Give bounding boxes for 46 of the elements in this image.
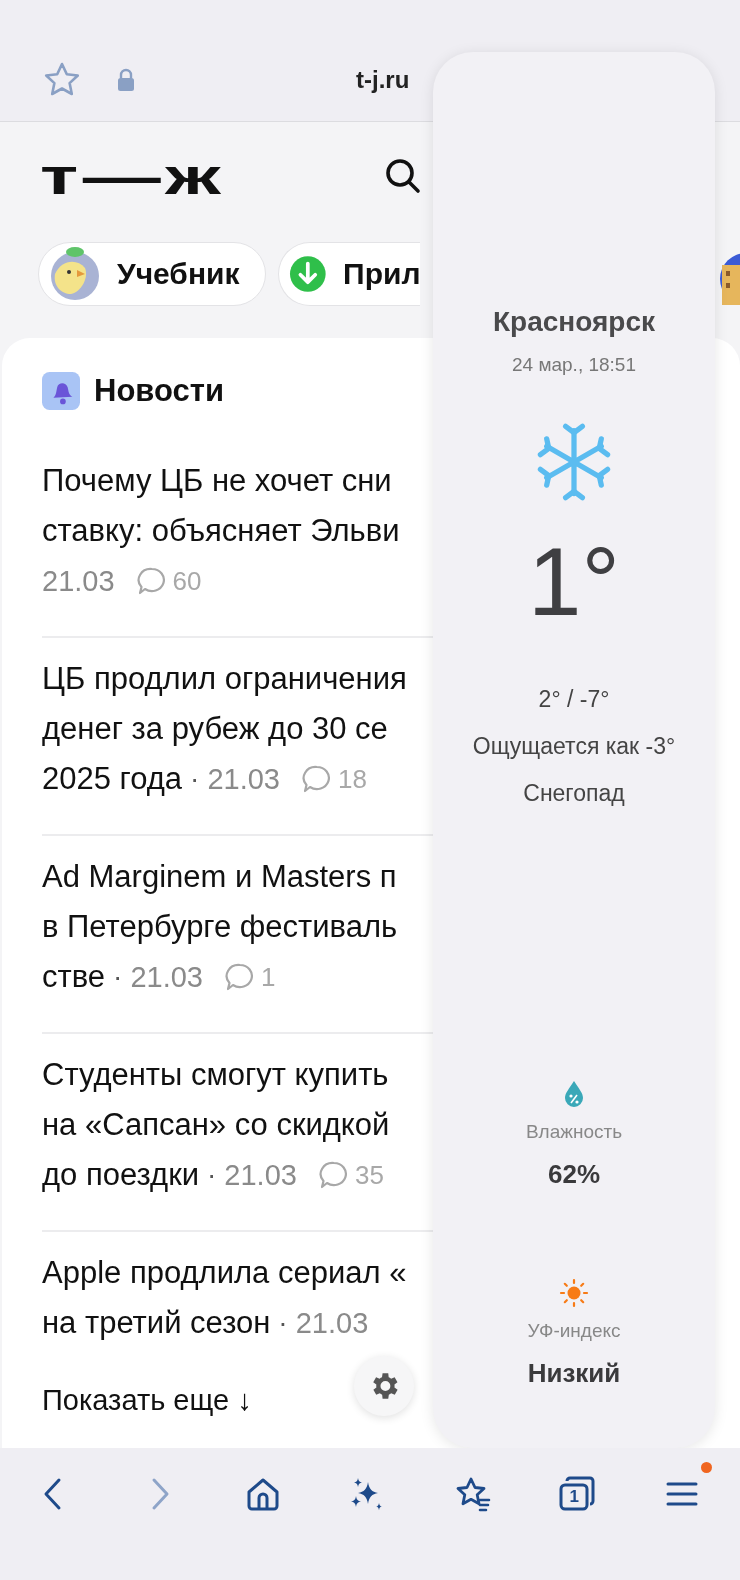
news-date: 21.03 bbox=[224, 1158, 297, 1192]
separator-dot: · bbox=[207, 1159, 217, 1191]
separator-dot: · bbox=[190, 763, 200, 795]
headline-link[interactable]: на «Сапсан» со скидкой bbox=[42, 1100, 390, 1150]
news-date: 21.03 bbox=[130, 960, 203, 994]
city-name: Красноярск bbox=[493, 306, 655, 338]
site-logo[interactable]: т—ж bbox=[40, 150, 225, 202]
headline-link[interactable]: денег за рубеж до 30 се bbox=[42, 704, 388, 754]
headline-link[interactable]: Apple продлила сериал « bbox=[42, 1248, 407, 1298]
comment-count: 1 bbox=[260, 961, 276, 993]
headline-link[interactable]: ставку: объясняет Эльви bbox=[42, 506, 400, 556]
detail-label: Влажность bbox=[525, 1121, 623, 1143]
lock-icon bbox=[116, 67, 136, 92]
temperature: 1° bbox=[528, 534, 620, 630]
bell-icon bbox=[42, 372, 80, 410]
headline-link[interactable]: до поездки bbox=[42, 1150, 200, 1200]
comment-count: 35 bbox=[354, 1159, 384, 1191]
separator-dot: · bbox=[113, 961, 123, 993]
separator-dot: · bbox=[278, 1307, 288, 1339]
section-title: Новости bbox=[94, 373, 224, 409]
headline-link[interactable]: Ad Marginem и Masters п bbox=[42, 852, 397, 902]
temperature-range: 2° / -7° bbox=[538, 686, 610, 713]
address-url[interactable]: t-j.ru bbox=[356, 65, 410, 94]
detail-value: 62% bbox=[547, 1159, 600, 1190]
detail-label: УФ-индекс bbox=[527, 1320, 621, 1342]
comment-count: 60 bbox=[172, 565, 202, 597]
headline-link[interactable]: ЦБ продлил ограничения bbox=[42, 654, 407, 704]
headline-link[interactable]: Студенты смогут купить bbox=[42, 1050, 389, 1100]
detail-value: Низкий bbox=[527, 1358, 621, 1389]
weather-time: 24 мар., 18:51 bbox=[512, 354, 636, 376]
chip-button[interactable]: Учебник bbox=[38, 242, 267, 306]
sun-icon bbox=[559, 1278, 589, 1308]
news-date: 21.03 bbox=[207, 762, 280, 796]
headline-link[interactable]: Почему ЦБ не хочет сни bbox=[42, 456, 392, 506]
weather-condition: Снегопад bbox=[523, 780, 625, 807]
headline-link[interactable]: стве bbox=[42, 952, 106, 1002]
news-date: 21.03 bbox=[42, 564, 115, 598]
headline-link[interactable]: 2025 года bbox=[42, 754, 183, 804]
feels-like: Ощущается как -3° bbox=[472, 733, 676, 760]
headline-link[interactable]: в Петербурге фестиваль bbox=[42, 902, 398, 952]
headline-link[interactable]: на третий сезон bbox=[42, 1298, 271, 1348]
chip-button[interactable]: Прил bbox=[278, 242, 421, 306]
news-date: 21.03 bbox=[295, 1306, 369, 1340]
building-icon[interactable] bbox=[718, 251, 740, 307]
comment-count: 18 bbox=[338, 763, 367, 795]
show-more-link[interactable]: Показать еще ↓ bbox=[42, 1384, 252, 1417]
